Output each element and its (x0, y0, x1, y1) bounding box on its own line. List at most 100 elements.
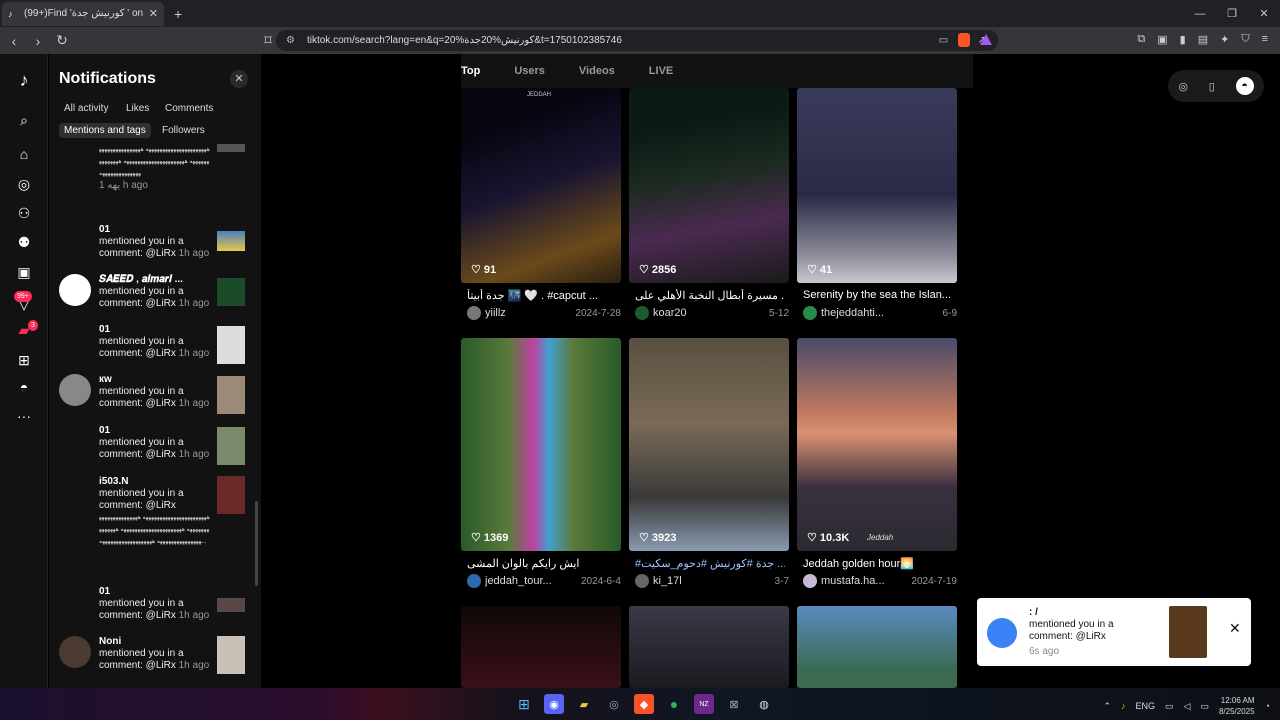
reload-icon[interactable]: ↻ (52, 32, 72, 49)
video-card[interactable] (629, 606, 789, 688)
input-language[interactable]: ENG (1136, 701, 1156, 711)
avatar[interactable] (59, 374, 91, 406)
filter-likes[interactable]: Likes (121, 101, 154, 116)
leo-icon[interactable]: ✦ (1220, 33, 1229, 46)
discord-icon[interactable]: ◉ (544, 694, 564, 714)
video-thumbnail[interactable] (217, 598, 245, 612)
coins-icon[interactable]: ◎ (1178, 80, 1188, 93)
profile-avatar-icon[interactable]: ◓ (1235, 77, 1254, 95)
filter-followers[interactable]: Followers (157, 123, 210, 138)
video-thumbnail[interactable] (217, 326, 245, 364)
back-icon[interactable]: ‹ (4, 33, 24, 49)
notification-bell-icon[interactable]: ◔ (1265, 701, 1270, 711)
author-avatar[interactable] (635, 306, 649, 320)
video-thumbnail[interactable] (629, 606, 789, 688)
following-icon[interactable]: ⚇ (14, 203, 34, 223)
author-name[interactable]: ki_17l (653, 575, 775, 587)
friends-icon[interactable]: ⚉ (14, 232, 34, 252)
avatar[interactable] (59, 274, 91, 306)
author-avatar[interactable] (467, 306, 481, 320)
upload-icon[interactable]: ⊞ (14, 350, 34, 370)
video-thumbnail[interactable] (461, 606, 621, 688)
toast-close-icon[interactable]: ✕ (1229, 620, 1241, 637)
video-thumbnail[interactable] (797, 338, 957, 551)
tab-top[interactable]: Top (461, 65, 480, 77)
author-name[interactable]: thejeddahti... (821, 307, 943, 319)
video-description[interactable]: جدة أبيتأ 🌃 🤍 . #capcut ... (467, 289, 617, 302)
video-thumbnail[interactable] (629, 88, 789, 283)
video-card[interactable] (797, 606, 957, 688)
avatar[interactable] (59, 324, 91, 356)
video-thumbnail[interactable] (629, 338, 789, 551)
explore-icon[interactable]: ◎ (14, 174, 34, 194)
author-name[interactable]: yiillz (485, 307, 575, 319)
windows-start-icon[interactable]: ⊞ (514, 694, 534, 714)
microphone-icon[interactable]: ♪ (1121, 701, 1126, 711)
extensions-icon[interactable]: ⧉ (1137, 33, 1145, 46)
close-window-icon[interactable]: ✕ (1248, 0, 1280, 27)
nzxt-icon[interactable]: NZ (694, 694, 714, 714)
reader-icon[interactable]: ▭ (939, 35, 948, 46)
panel-scrollbar[interactable] (255, 501, 258, 586)
brave-taskbar-icon[interactable]: ◆ (634, 694, 654, 714)
video-thumbnail[interactable] (217, 144, 245, 152)
video-thumbnail[interactable] (461, 338, 621, 551)
author-avatar[interactable] (803, 574, 817, 588)
wallet-icon[interactable]: ▤ (1198, 33, 1208, 46)
author-avatar[interactable] (635, 574, 649, 588)
video-thumbnail[interactable] (217, 636, 245, 674)
video-card[interactable]: ♡ 41 Serenity by the sea the Islan... th… (797, 88, 957, 328)
list-item[interactable]: i503.N mentioned you in a comment: @LiRx… (59, 476, 255, 576)
video-thumbnail[interactable] (217, 376, 245, 414)
filter-mentions-and-tags[interactable]: Mentions and tags (59, 123, 151, 138)
toast-avatar[interactable] (987, 618, 1017, 648)
mention-toast[interactable]: : / mentioned you in a comment: @LiRx 6s… (977, 598, 1251, 666)
battery-icon[interactable]: ▭ (1200, 701, 1209, 712)
toast-thumbnail[interactable] (1169, 606, 1207, 658)
restore-icon[interactable]: ❐ (1216, 0, 1248, 27)
video-description[interactable]: Jeddah golden hour🌅 (803, 557, 953, 570)
video-thumbnail[interactable] (217, 231, 245, 251)
site-info-icon[interactable]: ⚙ (286, 35, 295, 46)
video-description[interactable]: Serenity by the sea the Islan... (803, 289, 953, 301)
video-description[interactable]: مسيرة أبطال النخبة الأهلي على ... (635, 289, 785, 302)
steam-icon[interactable]: ◎ (604, 694, 624, 714)
author-name[interactable]: jeddah_tour... (485, 575, 581, 587)
clock[interactable]: 12:06 AM 8/25/2025 (1219, 695, 1255, 717)
home-icon[interactable]: ⌂ (14, 144, 34, 164)
menu-icon[interactable]: ≡ (1262, 33, 1268, 46)
profile-icon[interactable]: ◓ (14, 377, 34, 397)
tab-close-icon[interactable]: ✕ (149, 7, 158, 20)
new-tab-icon[interactable]: + (174, 6, 182, 22)
tab-users[interactable]: Users (514, 65, 545, 77)
author-avatar[interactable] (803, 306, 817, 320)
video-description[interactable]: #جدة #كورنيش #دحوم_سكيت ... (635, 557, 785, 570)
video-thumbnail[interactable] (217, 278, 245, 306)
filter-all-activity[interactable]: All activity (59, 101, 113, 116)
file-explorer-icon[interactable]: ▰ (574, 694, 594, 714)
list-item[interactable]: 01 mentioned you in a comment: @LiRx 1h … (59, 425, 255, 467)
video-thumbnail[interactable] (797, 606, 957, 688)
more-icon[interactable]: ··· (14, 406, 34, 426)
tab-videos[interactable]: Videos (579, 65, 615, 77)
sidebar-icon[interactable]: ▮ (1180, 33, 1186, 46)
list-item[interactable]: 𝑺𝑨𝑬𝑬𝑫 , 𝒂𝒍𝒎𝒂𝒓𝒊 ... mentioned you in a co… (59, 274, 255, 316)
minimize-icon[interactable]: — (1184, 0, 1216, 27)
video-thumbnail[interactable] (797, 88, 957, 283)
bookmark-icon[interactable]: ⌑ (258, 32, 278, 49)
brave-rewards-icon[interactable] (980, 34, 992, 45)
tab-search-icon[interactable]: ▣ (1157, 33, 1167, 46)
author-avatar[interactable] (467, 574, 481, 588)
video-card[interactable]: Jeddah ♡ 10.3K Jeddah golden hour🌅 musta… (797, 338, 957, 596)
avatar[interactable] (59, 636, 91, 668)
author-name[interactable]: koar20 (653, 307, 769, 319)
video-card[interactable]: JEDDAH ♡ 91 جدة أبيتأ 🌃 🤍 . #capcut ... … (461, 88, 621, 328)
filter-comments[interactable]: Comments (160, 101, 218, 116)
video-card[interactable]: ♡ 1369 ايش رايكم بالوان المشى jeddah_tou… (461, 338, 621, 596)
network-icon[interactable]: ▭ (1165, 701, 1174, 712)
live-icon[interactable]: ▣ (14, 262, 34, 282)
video-thumbnail[interactable] (217, 427, 245, 465)
author-name[interactable]: mustafa.ha... (821, 575, 911, 587)
video-description[interactable]: ايش رايكم بالوان المشى (467, 557, 617, 570)
list-item[interactable]: 01 mentioned you in a comment: @LiRx 1h … (59, 586, 255, 626)
